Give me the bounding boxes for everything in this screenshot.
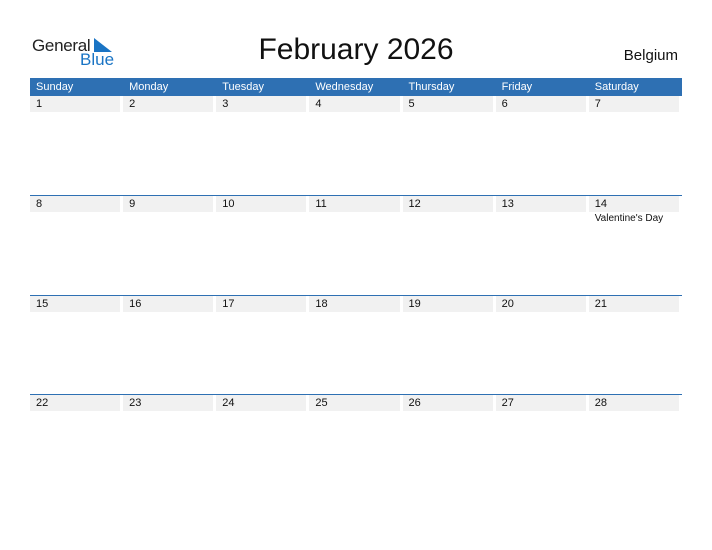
day-number: 21 [588,296,679,312]
day-number: 23 [123,395,214,411]
day-number: 27 [495,395,586,411]
day-cell: 19 [402,296,496,312]
country-label: Belgium [623,47,678,64]
day-cell: 24 [216,395,309,411]
day-cell: 5 [402,96,496,112]
day-number: 24 [216,395,307,411]
day-number: 17 [216,296,307,312]
day-number: 14 [588,196,679,212]
day-number: 10 [216,196,307,212]
day-number: 5 [402,96,493,112]
weekday-header: Sunday Monday Tuesday Wednesday Thursday… [30,78,682,96]
day-cell: 8 [30,196,123,224]
weekday-saturday: Saturday [594,81,639,93]
day-number: 7 [588,96,679,112]
day-number: 20 [495,296,586,312]
day-number: 28 [588,395,679,411]
weekday-tuesday: Tuesday [222,81,265,93]
weekday-wednesday: Wednesday [315,81,374,93]
day-cell: 7 [588,96,682,112]
day-number: 3 [216,96,307,112]
day-cell: 12 [402,196,496,224]
day-cell: 9 [123,196,216,224]
day-cell: 13 [495,196,589,224]
page-title: February 2026 [258,33,454,66]
day-number: 1 [30,96,121,112]
day-cell: 26 [402,395,496,411]
weekday-friday: Friday [501,81,533,93]
day-number: 22 [30,395,121,411]
day-cell: 4 [309,96,402,112]
day-cell: 16 [123,296,216,312]
day-number: 4 [309,96,400,112]
day-cell: 11 [309,196,402,224]
day-number: 19 [402,296,493,312]
day-cell: 22 [30,395,123,411]
day-number: 9 [123,196,214,212]
day-cell: 14 Valentine's Day [588,196,682,224]
week-row: 22 23 24 25 26 27 28 [30,394,682,411]
day-cell: 20 [495,296,589,312]
day-number: 25 [309,395,400,411]
day-cell: 1 [30,96,123,112]
week-row: 15 16 17 18 19 20 21 [30,295,682,312]
day-cell: 25 [309,395,402,411]
day-cell: 23 [123,395,216,411]
day-number: 15 [30,296,121,312]
holiday-event: Valentine's Day [594,213,664,224]
day-number: 6 [495,96,586,112]
day-cell: 6 [495,96,589,112]
weekday-thursday: Thursday [408,81,455,93]
day-number: 13 [495,196,586,212]
day-number: 18 [309,296,400,312]
day-cell: 10 [216,196,309,224]
week-row: 1234567 [30,96,682,112]
day-cell: 17 [216,296,309,312]
day-number: 26 [402,395,493,411]
day-number: 2 [123,96,214,112]
day-cell: 28 [588,395,682,411]
day-cell: 2 [123,96,216,112]
day-number: 12 [402,196,493,212]
day-cell: 18 [309,296,402,312]
day-number: 16 [123,296,214,312]
weekday-sunday: Sunday [36,81,74,93]
day-cell: 21 [588,296,682,312]
day-number: 8 [30,196,121,212]
weekday-monday: Monday [129,81,169,93]
week-row: 8 9 10 11 12 13 14 Valentine's Day [30,195,682,224]
day-cell: 15 [30,296,123,312]
day-cell: 27 [495,395,589,411]
day-cell: 3 [216,96,309,112]
day-number: 11 [309,196,400,212]
